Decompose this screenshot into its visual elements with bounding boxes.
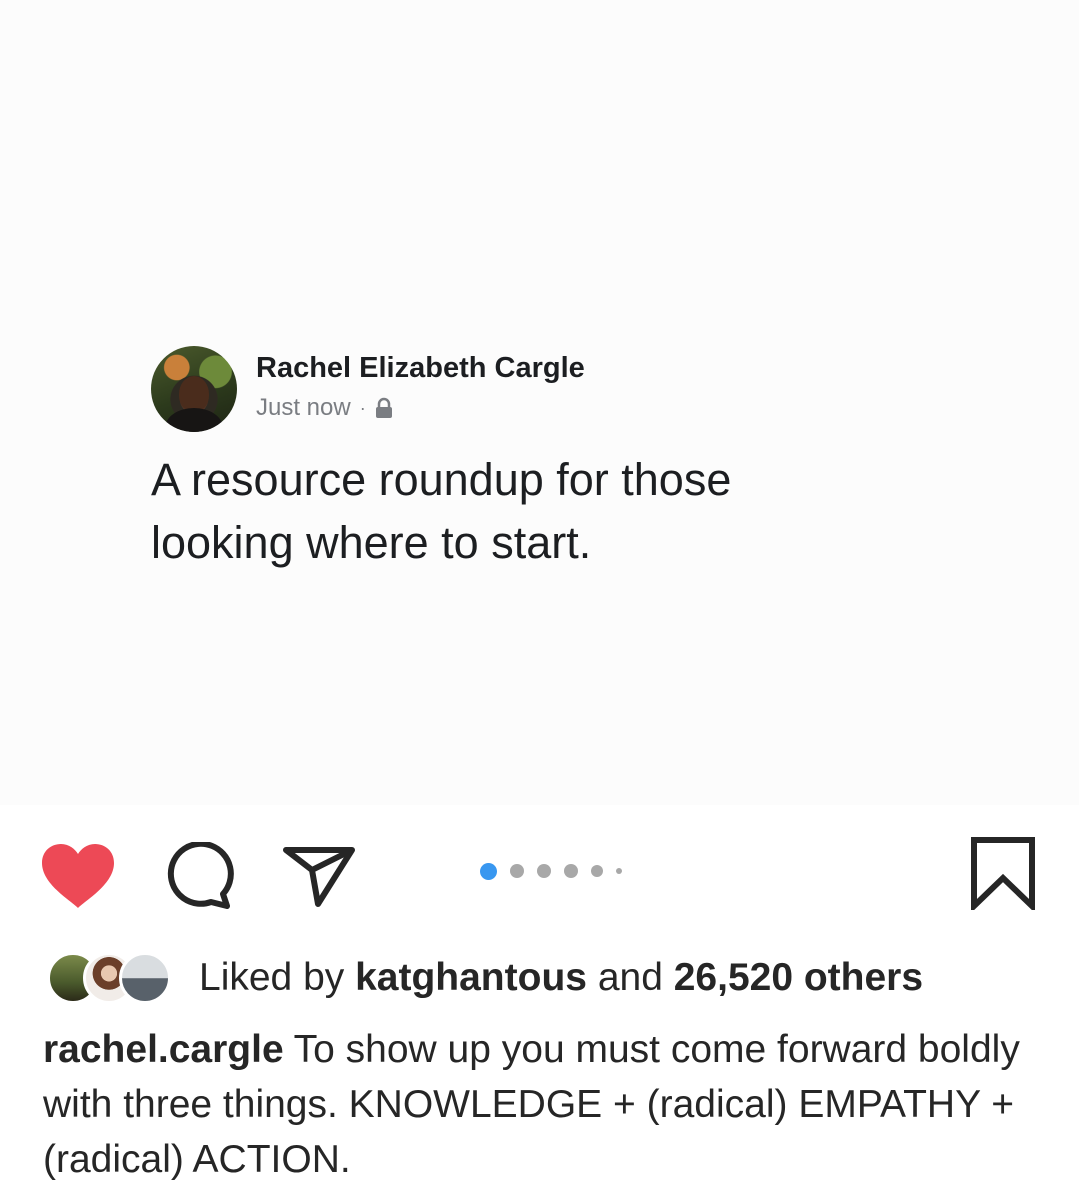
meta-separator: · (359, 397, 366, 418)
action-bar (0, 830, 1079, 920)
lock-icon (374, 397, 394, 419)
liker-username[interactable]: katghantous (355, 956, 587, 999)
likes-summary[interactable]: Liked by katghantous and 26,520 others (199, 956, 923, 1000)
author-name: Rachel Elizabeth Cargle (256, 352, 585, 384)
likes-and: and (597, 956, 663, 999)
caption-username[interactable]: rachel.cargle (43, 1028, 284, 1071)
post-timestamp: Just now (256, 394, 351, 421)
carousel-dot-active (480, 862, 497, 880)
heart-icon[interactable] (40, 842, 116, 915)
post-meta: Just now · (256, 394, 394, 422)
caption: rachel.cargle To show up you must come fo… (43, 1022, 1033, 1187)
carousel-indicator (480, 861, 635, 881)
post-body-text: A resource roundup for those looking whe… (151, 454, 732, 568)
carousel-dot (616, 868, 622, 874)
liker-avatar[interactable] (119, 952, 171, 1004)
bookmark-icon[interactable] (970, 836, 1036, 915)
carousel-dot (510, 864, 524, 878)
carousel-dot (591, 865, 603, 877)
author-avatar (151, 346, 237, 432)
post-image[interactable]: Rachel Elizabeth Cargle Just now · A res… (0, 0, 1079, 805)
carousel-dot (537, 864, 551, 878)
carousel-dot (564, 864, 578, 878)
likes-count[interactable]: 26,520 others (674, 956, 923, 999)
likes-row[interactable]: Liked by katghantous and 26,520 others (47, 950, 923, 1006)
likes-prefix: Liked by (199, 956, 345, 999)
comment-icon[interactable] (163, 840, 235, 915)
share-icon[interactable] (282, 842, 356, 913)
